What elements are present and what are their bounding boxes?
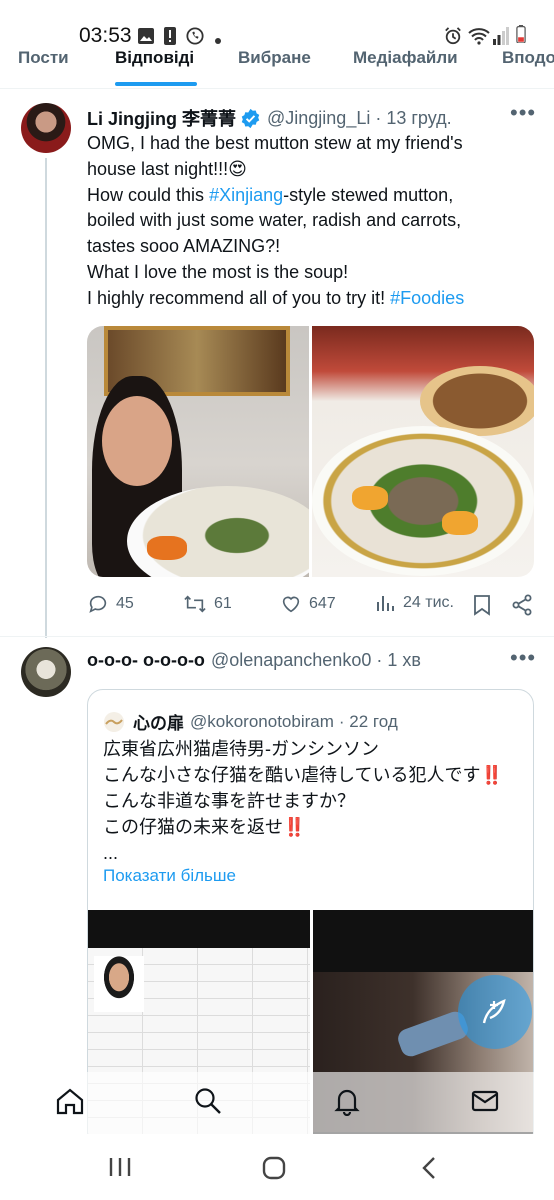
app-bottom-nav	[0, 1072, 554, 1134]
quote-line: ...	[103, 843, 119, 863]
alert-icon	[164, 27, 176, 45]
quote-line: こんな非道な事を許せますか？	[103, 791, 355, 811]
active-tab-indicator	[115, 82, 197, 86]
tweet-line: house last night!!!😍	[87, 158, 247, 179]
tweet-header: Li Jingjing 李菁菁 @Jingjing_Li · 13 груд.	[87, 105, 452, 131]
search-icon[interactable]	[193, 1086, 223, 1116]
tab-likes[interactable]: Вподо	[502, 48, 554, 68]
quote-text: 広東省広州猫虐待男-ガンシンソン こんな小さな仔猫を酷い虐待している犯人です‼️…	[103, 736, 503, 866]
views-icon	[377, 596, 394, 611]
quote-line: 広東省広州猫虐待男-ガンシンソン	[103, 739, 379, 759]
tweet-line: How could this #Xinjiang-style stewed mu…	[87, 184, 454, 205]
author-handle[interactable]: @olenapanchenko0	[211, 650, 371, 671]
quote-author-handle[interactable]: @kokoronotobiram	[190, 712, 334, 732]
viber-icon	[186, 27, 204, 45]
tab-highlights[interactable]: Вибране	[238, 48, 311, 68]
image-icon	[138, 28, 154, 44]
profile-tabs: Пости Відповіді Вибране Медіафайли Вподо	[0, 44, 554, 88]
reply-count: 45	[116, 595, 134, 612]
share-icon[interactable]	[511, 594, 533, 616]
compose-icon	[482, 998, 506, 1024]
views-button[interactable]: 24 тис.	[376, 593, 454, 613]
quote-line: この仔猫の未来を返せ‼️	[103, 817, 306, 837]
alarm-icon	[445, 27, 461, 45]
tweet-divider	[0, 636, 554, 637]
like-button[interactable]: 647	[280, 593, 336, 615]
more-options-icon[interactable]: •••	[510, 645, 536, 671]
mutton-stew-photo[interactable]	[312, 326, 534, 577]
tweet-text: OMG, I had the best mutton stew at my fr…	[87, 131, 537, 312]
author-handle[interactable]: @Jingjing_Li	[267, 108, 370, 129]
heart-icon	[282, 596, 300, 613]
author-name[interactable]: Li Jingjing 李菁菁	[87, 105, 236, 131]
quote-date: · 22 год	[338, 711, 398, 731]
tweet-date[interactable]: · 1 хв	[376, 650, 421, 671]
tweet-date[interactable]: · 13 груд.	[375, 108, 451, 129]
tabs-divider	[0, 88, 554, 89]
quote-author-name[interactable]: 心の扉	[133, 709, 184, 734]
reply-button[interactable]: 45	[87, 593, 134, 615]
thread-line	[45, 158, 47, 638]
notifications-icon[interactable]	[332, 1086, 362, 1116]
battery-icon	[516, 25, 526, 43]
avatar[interactable]	[21, 647, 71, 697]
signal-icon	[493, 27, 509, 45]
author-name[interactable]: o-o-o- o-o-o-o	[87, 650, 205, 671]
tab-media[interactable]: Медіафайли	[353, 48, 458, 68]
like-count: 647	[309, 595, 336, 612]
hashtag-link[interactable]: #Xinjiang	[209, 185, 283, 205]
back-icon[interactable]	[420, 1156, 438, 1180]
retweet-count: 61	[214, 595, 232, 612]
wifi-icon	[468, 28, 490, 45]
tweet-line: I highly recommend all of you to try it!…	[87, 287, 465, 308]
tweet-actions: 45 61 647 24 тис.	[87, 593, 537, 619]
verified-badge-icon	[241, 108, 260, 128]
tweet-line: OMG, I had the best mutton stew at my fr…	[87, 133, 463, 153]
tweet-line: What I love the most is the soup!	[87, 261, 349, 282]
retweet-button[interactable]: 61	[183, 593, 232, 615]
tweet-line: tastes sooo AMAZING?!	[87, 236, 281, 257]
tab-replies[interactable]: Відповіді	[115, 48, 194, 68]
avatar[interactable]	[21, 103, 71, 153]
tweet-media	[87, 326, 534, 577]
selfie-photo[interactable]	[87, 326, 309, 577]
tab-posts[interactable]: Пости	[18, 48, 69, 68]
retweet-icon	[184, 595, 206, 613]
messages-icon[interactable]	[470, 1086, 500, 1116]
compose-fab[interactable]	[458, 975, 532, 1049]
quote-line: こんな小さな仔猫を酷い虐待している犯人です‼️	[103, 765, 503, 785]
quote-header: 心の扉 @kokoronotobiram · 22 год	[103, 709, 398, 734]
tweet-header: o-o-o- o-o-o-o @olenapanchenko0 · 1 хв	[87, 650, 421, 671]
home-icon[interactable]	[55, 1086, 85, 1116]
hashtag-link[interactable]: #Foodies	[390, 288, 464, 308]
home-button-icon[interactable]	[262, 1156, 286, 1180]
more-options-icon[interactable]: •••	[510, 100, 536, 126]
tweet-line: boiled with just some water, radish and …	[87, 210, 462, 231]
system-nav-bar	[0, 1134, 554, 1200]
show-more-link[interactable]: Показати більше	[103, 866, 236, 886]
view-count: 24 тис.	[403, 594, 454, 611]
avatar[interactable]	[103, 711, 125, 733]
recent-apps-icon[interactable]	[108, 1156, 132, 1178]
reply-icon	[89, 595, 107, 613]
bookmark-icon[interactable]	[473, 594, 491, 616]
